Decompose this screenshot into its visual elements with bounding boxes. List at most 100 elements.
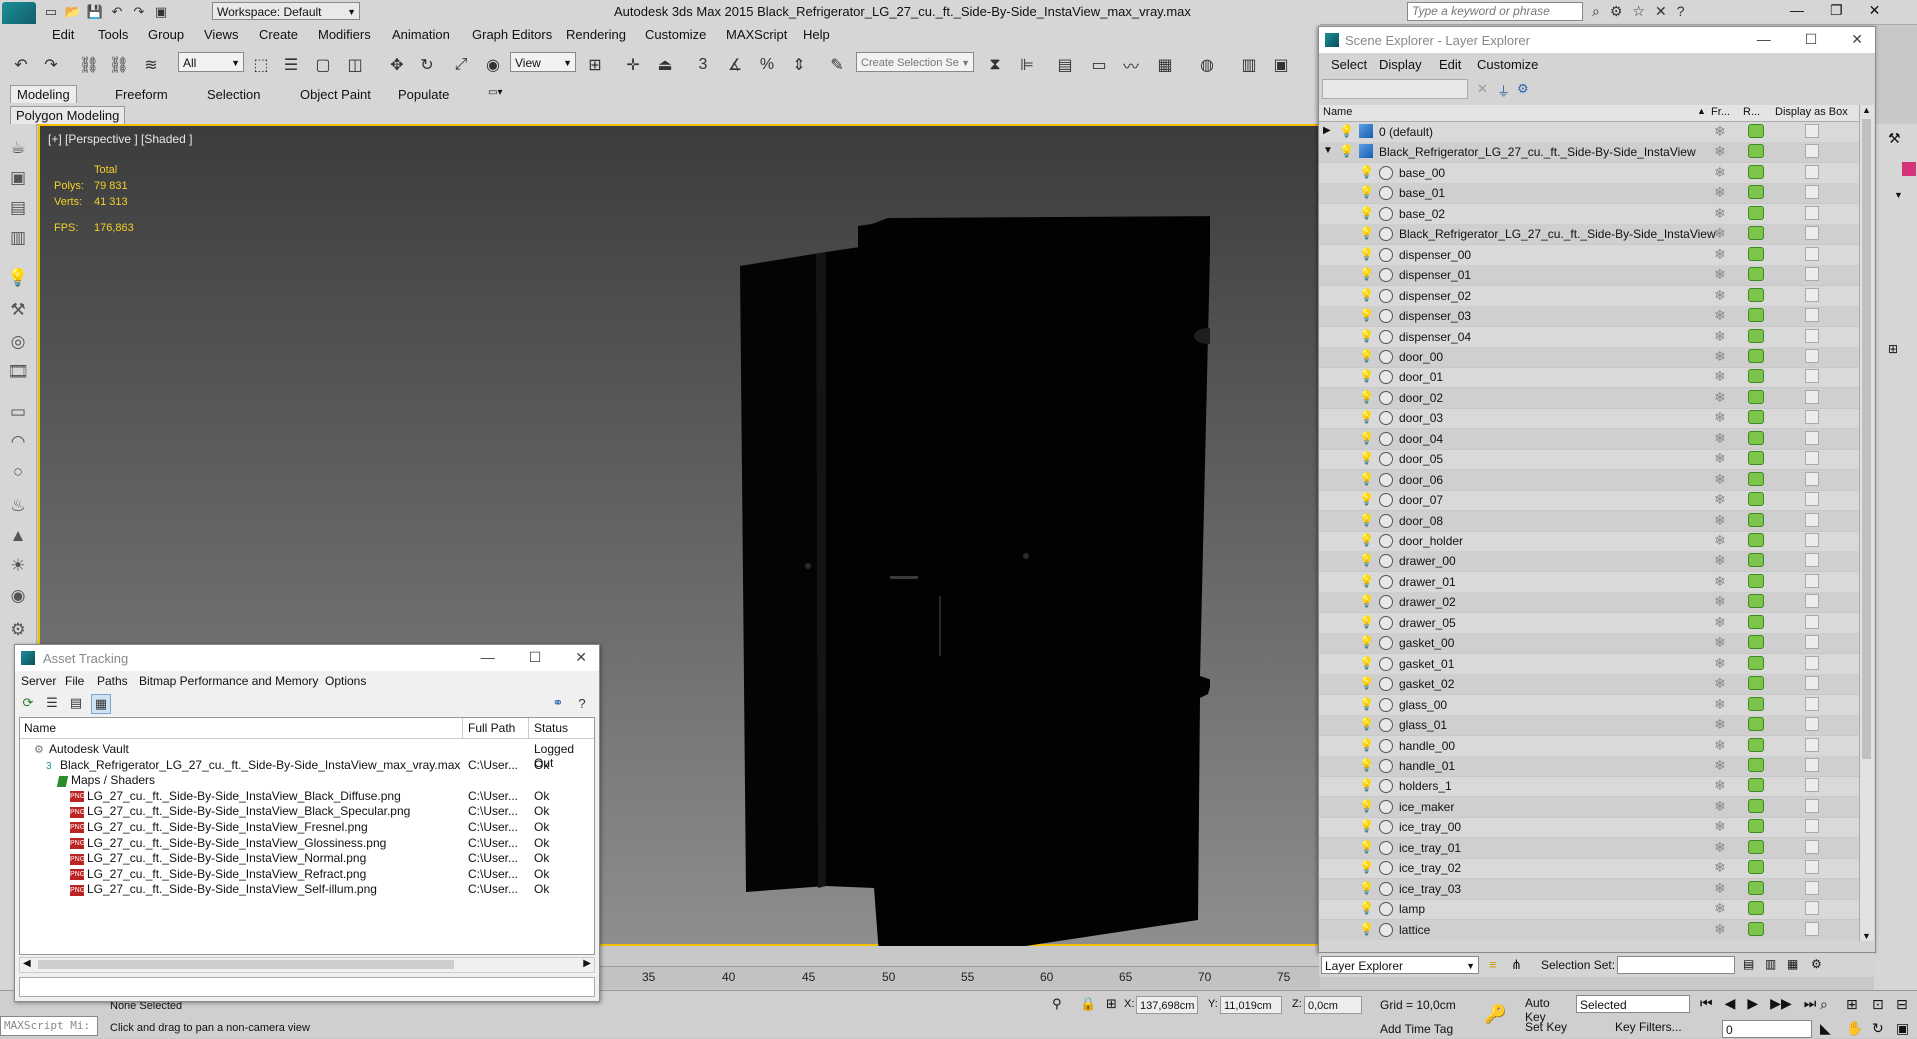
freeze-icon[interactable]: ❄: [1714, 184, 1726, 201]
auto-key-button[interactable]: Auto Key: [1525, 996, 1571, 1024]
tab-modeling[interactable]: Modeling: [10, 85, 77, 103]
layer-toggle-icon[interactable]: ≡: [1489, 957, 1497, 972]
workspace-select[interactable]: Workspace: Default ▼: [212, 2, 360, 20]
open-file-icon[interactable]: 📂: [64, 3, 82, 21]
freeze-icon[interactable]: ❄: [1714, 532, 1726, 549]
scrollbar-thumb[interactable]: [38, 960, 454, 969]
visibility-bulb-icon[interactable]: 💡: [1359, 288, 1374, 302]
visibility-bulb-icon[interactable]: 💡: [1359, 226, 1374, 240]
renderable-teapot-icon[interactable]: [1748, 696, 1764, 711]
visibility-bulb-icon[interactable]: 💡: [1359, 267, 1374, 281]
renderable-teapot-icon[interactable]: [1748, 369, 1764, 384]
freeze-icon[interactable]: ❄: [1714, 839, 1726, 856]
box-icon[interactable]: ▣: [6, 166, 30, 190]
explorer-settings-icon[interactable]: ⚙: [1811, 957, 1822, 971]
maximize-viewport-icon[interactable]: ▣: [1896, 1020, 1909, 1037]
pan-view-icon[interactable]: ✋: [1846, 1020, 1863, 1037]
renderable-teapot-icon[interactable]: [1748, 901, 1764, 916]
renderable-teapot-icon[interactable]: [1748, 676, 1764, 691]
configure-modifier-icon[interactable]: ⊞: [1888, 342, 1898, 356]
list-view-icon[interactable]: ☰: [43, 694, 61, 712]
polygon-modeling-label[interactable]: Polygon Modeling: [10, 106, 126, 125]
coord-z-input[interactable]: 0,0cm: [1304, 996, 1362, 1014]
visibility-bulb-icon[interactable]: 💡: [1359, 676, 1374, 690]
render-setup-icon[interactable]: ▥: [1238, 54, 1260, 76]
display-as-box-icon[interactable]: [1805, 819, 1819, 834]
move-icon[interactable]: ✥: [386, 54, 408, 76]
teapot-icon[interactable]: ♨: [6, 494, 30, 518]
next-frame-icon[interactable]: ▶▶: [1770, 995, 1792, 1012]
help-icon[interactable]: ?: [573, 694, 591, 712]
tab-selection[interactable]: Selection: [207, 87, 260, 102]
freeze-icon[interactable]: ❄: [1714, 266, 1726, 283]
menu-graph-editors[interactable]: Graph Editors: [472, 27, 552, 42]
dome-icon[interactable]: ◠: [6, 430, 30, 454]
freeze-icon[interactable]: ❄: [1714, 634, 1726, 651]
new-scene-icon[interactable]: ▭: [42, 3, 60, 21]
filter-icon[interactable]: ⏚: [1497, 81, 1510, 100]
add-to-layer-icon[interactable]: ▥: [1765, 957, 1776, 971]
close-icon[interactable]: ✕: [1869, 2, 1881, 19]
object-row[interactable]: 💡 base_00 ❄: [1319, 163, 1859, 184]
column-divider[interactable]: [528, 718, 529, 738]
go-to-start-icon[interactable]: ⏮: [1700, 995, 1713, 1012]
align-icon[interactable]: ⊫: [1016, 54, 1038, 76]
menu-views[interactable]: Views: [204, 27, 238, 42]
freeze-icon[interactable]: ❄: [1714, 143, 1726, 160]
display-as-box-icon[interactable]: [1805, 860, 1819, 875]
column-divider[interactable]: [462, 718, 463, 738]
display-as-box-icon[interactable]: [1805, 614, 1819, 629]
visibility-bulb-icon[interactable]: 💡: [1359, 901, 1374, 915]
visibility-bulb-icon[interactable]: 💡: [1359, 533, 1374, 547]
freeze-icon[interactable]: ❄: [1714, 716, 1726, 733]
freeze-icon[interactable]: ❄: [1714, 696, 1726, 713]
object-row[interactable]: 💡 drawer_00 ❄: [1319, 551, 1859, 573]
renderable-teapot-icon[interactable]: [1748, 144, 1764, 159]
expand-icon[interactable]: ▶: [1323, 125, 1331, 136]
object-row[interactable]: 💡 dispenser_03 ❄: [1319, 306, 1859, 328]
display-as-box-icon[interactable]: [1805, 164, 1819, 179]
renderable-teapot-icon[interactable]: [1748, 635, 1764, 650]
display-as-box-icon[interactable]: [1805, 655, 1819, 670]
scroll-left-icon[interactable]: ◀: [23, 958, 31, 969]
visibility-bulb-icon[interactable]: 💡: [1359, 799, 1374, 813]
filter-options-icon[interactable]: ⚙: [1517, 81, 1529, 97]
menu-help[interactable]: Help: [803, 27, 830, 42]
freeze-icon[interactable]: ❄: [1714, 552, 1726, 569]
toggle-ribbon-icon[interactable]: ▭: [1088, 54, 1110, 76]
exchange-icon[interactable]: ✕: [1655, 3, 1667, 20]
column-full-path[interactable]: Full Path: [468, 721, 515, 735]
freeze-icon[interactable]: ❄: [1714, 655, 1726, 672]
schematic-view-icon[interactable]: ▦: [1154, 54, 1176, 76]
renderable-teapot-icon[interactable]: [1748, 594, 1764, 609]
renderable-teapot-icon[interactable]: [1748, 492, 1764, 507]
renderable-teapot-icon[interactable]: [1748, 471, 1764, 486]
close-icon[interactable]: ✕: [1851, 31, 1863, 48]
freeze-icon[interactable]: ❄: [1714, 512, 1726, 529]
redo-icon[interactable]: ↷: [130, 3, 148, 21]
add-time-tag[interactable]: Add Time Tag: [1380, 1022, 1453, 1036]
object-row[interactable]: 💡 drawer_02 ❄: [1319, 592, 1859, 614]
tab-object-paint[interactable]: Object Paint: [300, 87, 371, 102]
spinner-snap-icon[interactable]: ⇕: [788, 54, 810, 76]
visibility-bulb-icon[interactable]: 💡: [1359, 717, 1374, 731]
visibility-bulb-icon[interactable]: 💡: [1359, 369, 1374, 383]
select-manipulate-icon[interactable]: ✛: [622, 54, 644, 76]
tree-view-icon[interactable]: ▤: [67, 694, 85, 712]
hierarchy-icon[interactable]: ▥: [6, 226, 30, 250]
visibility-bulb-icon[interactable]: 💡: [1359, 431, 1374, 445]
display-as-box-icon[interactable]: [1805, 737, 1819, 752]
freeze-icon[interactable]: ❄: [1714, 777, 1726, 794]
minimize-icon[interactable]: —: [1757, 31, 1771, 48]
plane-icon[interactable]: ▭: [6, 400, 30, 424]
scroll-down-icon[interactable]: ▼: [1862, 931, 1871, 941]
timeline-ruler[interactable]: 35 40 45 50 55 60 65 70 75: [600, 966, 1320, 989]
object-row[interactable]: 💡 handle_01 ❄: [1319, 755, 1859, 777]
hammer-icon[interactable]: ⚒: [1888, 130, 1901, 147]
freeze-icon[interactable]: ❄: [1714, 573, 1726, 590]
selection-set-select[interactable]: [1617, 956, 1735, 974]
visibility-bulb-icon[interactable]: 💡: [1359, 451, 1374, 465]
object-row[interactable]: 💡 gasket_00 ❄: [1319, 633, 1859, 655]
freeze-icon[interactable]: ❄: [1714, 675, 1726, 692]
camera-icon[interactable]: ◎: [6, 330, 30, 354]
